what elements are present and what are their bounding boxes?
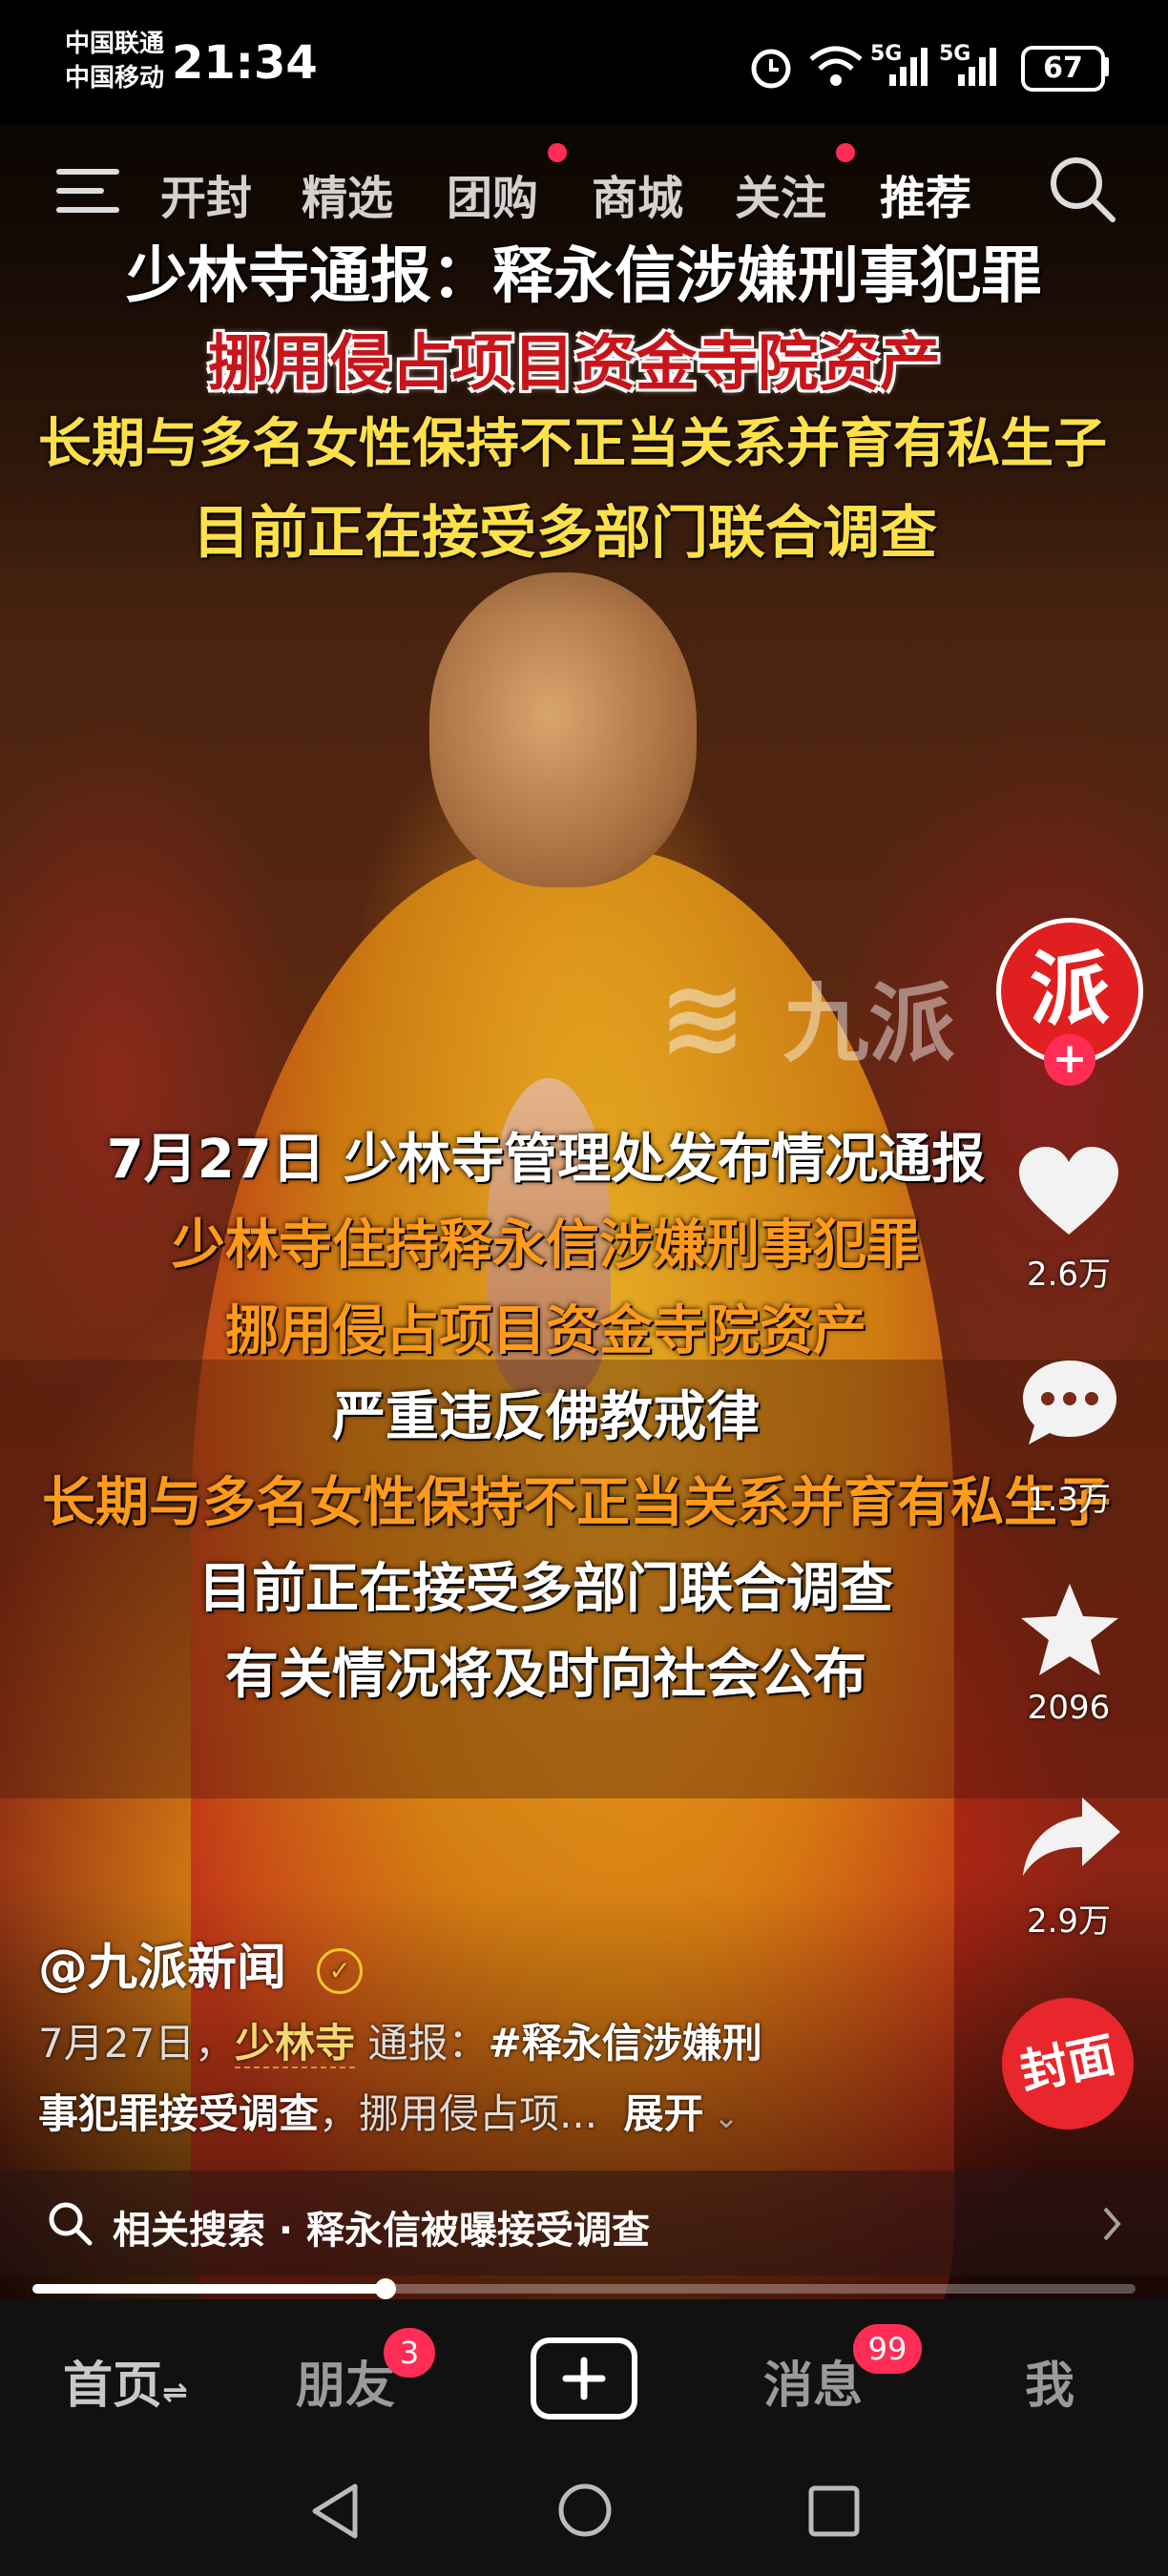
caption-line-3: 挪用侵占项目资金寺院资产 <box>225 1300 866 1362</box>
progress-fill <box>32 2284 386 2294</box>
nav-friends[interactable]: 朋友 <box>296 2345 395 2417</box>
clock: 21:34 <box>172 36 318 90</box>
carrier-2: 中国移动 <box>65 64 165 93</box>
status-bar: 中国联通 中国移动 21:34 5G 5G 67 <box>0 0 1168 124</box>
heart-icon[interactable] <box>1015 1145 1122 1240</box>
related-search-label: 相关搜索 · 释永信被曝接受调查 <box>113 2209 651 2253</box>
caption-line-5: 长期与多名女性保持不正当关系并育有私生子 <box>42 1472 1111 1534</box>
tab-following-dot <box>836 143 855 162</box>
signal-icon-1 <box>889 48 928 86</box>
progress-track[interactable] <box>32 2278 1136 2299</box>
battery-level: 67 <box>1043 52 1083 85</box>
back-icon[interactable] <box>307 2481 365 2542</box>
home-circle-icon[interactable] <box>555 2481 615 2540</box>
video-player[interactable]: ≋ 九派 少林寺通报：释永信涉嫌刑事犯罪 挪用侵占项目资金寺院资产 长期与多名女… <box>0 124 1168 2299</box>
battery-icon: 67 <box>1021 46 1105 92</box>
messages-badge: 99 <box>853 2324 922 2374</box>
related-search-bar[interactable]: 相关搜索 · 释永信被曝接受调查 <box>0 2171 1168 2275</box>
star-icon[interactable] <box>1017 1580 1122 1679</box>
carrier-1: 中国联通 <box>65 30 165 58</box>
alarm-icon <box>751 49 791 89</box>
like-count: 2.6万 <box>1026 1256 1112 1294</box>
comment-count: 1.3万 <box>1026 1481 1112 1519</box>
caption-line-1: 7月27日 少林寺管理处发布情况通报 <box>106 1129 986 1191</box>
tab-mall[interactable]: 商城 <box>592 160 683 227</box>
tab-following[interactable]: 关注 <box>735 160 826 227</box>
headline-line-4: 目前正在接受多部门联合调查 <box>193 500 937 567</box>
tab-featured[interactable]: 精选 <box>302 160 393 227</box>
verified-icon: ✓ <box>317 1948 364 1994</box>
watermark-text: 九派 <box>782 974 955 1074</box>
favorite-count: 2096 <box>1027 1689 1111 1727</box>
expand-button[interactable]: 展开 <box>623 2090 703 2137</box>
location-link[interactable]: 少林寺 <box>235 2020 356 2068</box>
headline-line-2: 挪用侵占项目资金寺院资产 <box>208 329 941 400</box>
wifi-icon <box>809 46 863 86</box>
progress-handle[interactable] <box>374 2278 396 2299</box>
hashtag-link-cont[interactable]: 事犯罪接受调查 <box>38 2090 319 2137</box>
chevron-right-icon <box>1103 2207 1121 2241</box>
search-icon <box>49 2202 93 2246</box>
tab-kaifeng[interactable]: 开封 <box>160 160 252 227</box>
search-icon[interactable] <box>1046 153 1118 225</box>
signal-icon-2 <box>958 48 996 86</box>
plus-icon <box>562 2357 606 2400</box>
nav-messages[interactable]: 消息 <box>763 2345 863 2417</box>
headline-line-3: 长期与多名女性保持不正当关系并育有私生子 <box>38 413 1107 475</box>
caption-line-2: 少林寺住持释永信涉嫌刑事犯罪 <box>172 1215 920 1277</box>
battery-tip <box>1103 57 1109 76</box>
tab-recommend[interactable]: 推荐 <box>880 160 971 227</box>
nav-me[interactable]: 我 <box>1025 2345 1074 2417</box>
caption-line-7: 有关情况将及时向社会公布 <box>225 1644 866 1706</box>
caption-line-4: 严重违反佛教戒律 <box>332 1386 760 1448</box>
watermark: ≋ 九派 <box>658 956 955 1078</box>
menu-icon[interactable] <box>55 162 120 219</box>
create-button[interactable] <box>531 2337 637 2420</box>
comment-icon[interactable] <box>1017 1355 1122 1450</box>
tab-group-buy[interactable]: 团购 <box>447 160 538 227</box>
friends-badge: 3 <box>384 2328 435 2378</box>
refresh-icon: ⇌ <box>162 2374 188 2410</box>
tab-group-buy-dot <box>548 143 567 162</box>
caption-line-6: 目前正在接受多部门联合调查 <box>198 1558 893 1620</box>
recents-icon[interactable] <box>805 2483 863 2540</box>
chevron-down-icon: ⌄ <box>703 2099 740 2135</box>
author-name[interactable]: @九派新闻 ✓ <box>38 1927 364 1999</box>
cover-button[interactable]: 封面 <box>1002 1998 1134 2129</box>
nav-home[interactable]: 首页⇌ <box>63 2345 188 2417</box>
bottom-nav: 首页⇌ 朋友 3 消息 99 我 <box>0 2299 1168 2576</box>
follow-button[interactable]: + <box>1044 1034 1095 1086</box>
share-count: 2.9万 <box>1026 1902 1112 1941</box>
share-icon[interactable] <box>1019 1794 1124 1880</box>
cover-label: 封面 <box>1015 2026 1120 2101</box>
post-description: 7月27日，少林寺 通报：#释永信涉嫌刑 事犯罪接受调查，挪用侵占项... 展开… <box>38 2020 762 2137</box>
hashtag-link[interactable]: #释永信涉嫌刑 <box>489 2020 762 2067</box>
